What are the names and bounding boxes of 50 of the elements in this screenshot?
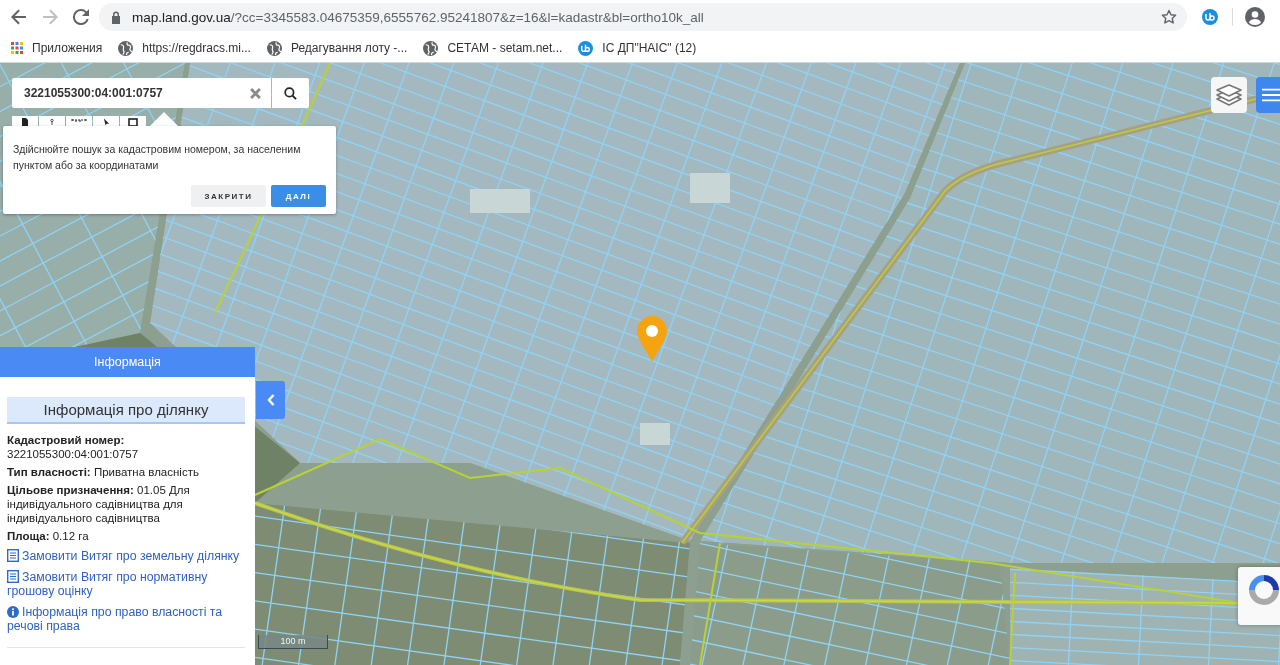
reload-icon bbox=[72, 9, 89, 25]
chevron-left-icon bbox=[266, 394, 275, 406]
pointer-tool-button[interactable] bbox=[93, 116, 119, 126]
menu-button[interactable] bbox=[1256, 77, 1280, 113]
profile-icon[interactable] bbox=[1245, 7, 1265, 27]
search-icon bbox=[284, 86, 297, 100]
back-arrow-icon bbox=[10, 9, 27, 25]
search-field[interactable]: 3221055300:04:001:0757 bbox=[12, 78, 271, 108]
section-title: Інформація про ділянку bbox=[7, 397, 245, 424]
menu-icon bbox=[1262, 88, 1280, 102]
star-icon[interactable] bbox=[1161, 9, 1177, 25]
layers-button[interactable] bbox=[1211, 77, 1247, 113]
pin-icon bbox=[49, 118, 55, 126]
panel-header: Інформація bbox=[0, 347, 255, 377]
globe-icon bbox=[118, 40, 134, 56]
document-list-icon bbox=[7, 570, 19, 583]
scale-bar: 100 m bbox=[258, 635, 328, 649]
bookmark-item[interactable]: ІС ДП"НАІС" (12) bbox=[578, 40, 697, 56]
parcel-field: Цільове призначення: 01.05 Для індивідуального садівництва для індивідуального садівництва bbox=[7, 483, 245, 525]
parcel-field: Кадастровий номер: 3221055300:04:001:0757 bbox=[7, 433, 245, 461]
bookmark-item[interactable]: Редагування лоту -... bbox=[266, 40, 408, 56]
map-marker-icon bbox=[637, 316, 667, 362]
parcel-link[interactable]: Замовити Витяг про нормативну грошову оцінку bbox=[7, 570, 245, 598]
parcel-field: Площа: 0.12 га bbox=[7, 529, 245, 543]
search-button[interactable] bbox=[272, 78, 309, 108]
bookmark-item[interactable]: Приложения bbox=[11, 41, 103, 55]
captcha-logo-icon bbox=[1247, 573, 1280, 607]
document-list-icon bbox=[7, 549, 19, 562]
close-button[interactable]: ЗАКРИТИ bbox=[191, 185, 266, 207]
hint-text: Здійснюйте пошук за кадастровим номером, за населеним пунктом або за координатами bbox=[13, 142, 302, 173]
collapse-panel-button[interactable] bbox=[256, 381, 285, 419]
globe-icon bbox=[423, 40, 439, 56]
layers-icon bbox=[1215, 83, 1243, 107]
parcel-field: Тип власності: Приватна власність bbox=[7, 465, 245, 479]
document-tool-button[interactable] bbox=[12, 116, 38, 126]
info-icon bbox=[7, 606, 19, 618]
area-tool-button[interactable] bbox=[120, 116, 146, 126]
forward-arrow-icon bbox=[41, 9, 58, 25]
ruler-tool-button[interactable] bbox=[66, 116, 92, 126]
globe-icon bbox=[266, 40, 282, 56]
extension-icon[interactable] bbox=[1202, 9, 1218, 25]
bookmark-item[interactable]: https://regdracs.mi... bbox=[118, 40, 251, 56]
parcel-link[interactable]: Замовити Витяг про земельну ділянку bbox=[7, 549, 245, 563]
clear-icon[interactable] bbox=[250, 87, 261, 99]
bookmark-item[interactable]: СЕТАМ - setam.net... bbox=[423, 40, 563, 56]
lock-icon bbox=[111, 10, 121, 24]
address-bar[interactable]: map.land.gov.ua/?cc=3345583.04675359,6555762.95241807&z=16&l=kadastr&bl=ortho10k_all bbox=[99, 3, 1187, 31]
apps-grid-icon bbox=[11, 42, 23, 54]
parcel-link[interactable]: Інформація про право власності та речові права bbox=[7, 605, 245, 633]
extension-icon bbox=[578, 40, 594, 56]
